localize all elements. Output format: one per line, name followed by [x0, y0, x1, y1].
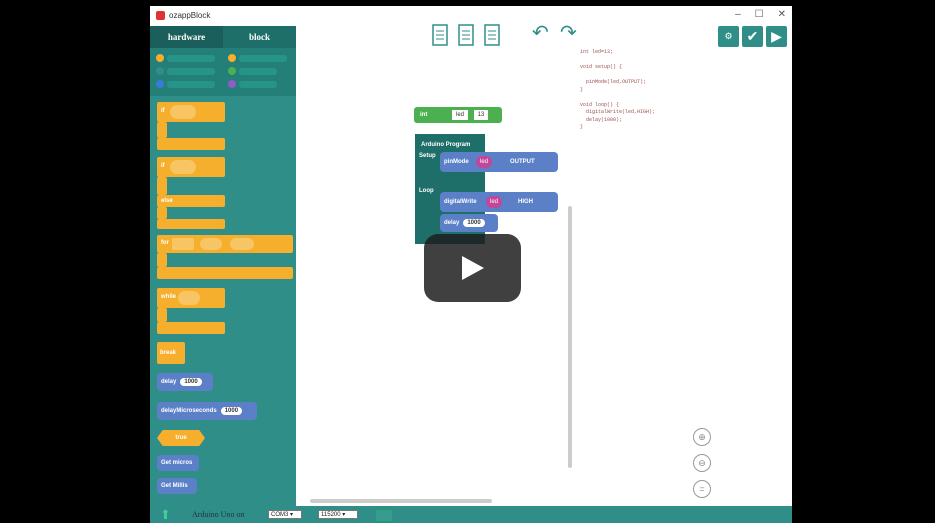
status-bar: ⬆ Arduino Uno on COM3 ▾ 115200 ▾ — [150, 506, 792, 523]
category-label[interactable] — [239, 81, 277, 88]
category-legend — [150, 48, 296, 96]
category-label[interactable] — [239, 55, 287, 62]
code-toggle-icon[interactable]: ⚙ — [718, 26, 739, 47]
code-preview[interactable]: int led=13; void setup() { pinMode(led,O… — [580, 49, 790, 132]
serial-monitor-button[interactable] — [376, 510, 392, 521]
delay-value[interactable]: 1000 — [180, 378, 202, 386]
delay-microseconds-block[interactable]: delayMicroseconds 1000 — [157, 402, 257, 420]
title-bar: ozappBlock – ☐ ✕ — [150, 6, 792, 26]
workspace-delay-block[interactable]: delay 1000 — [440, 214, 498, 232]
video-play-button[interactable] — [424, 234, 521, 302]
delay-block[interactable]: delay 1000 — [157, 373, 213, 391]
tab-hardware[interactable]: hardware — [150, 26, 223, 48]
while-end — [157, 322, 225, 334]
else-row: else — [157, 195, 225, 207]
condition-slot[interactable] — [178, 291, 200, 305]
minimize-button[interactable]: – — [735, 9, 741, 20]
category-dot[interactable] — [228, 67, 236, 75]
for-slot[interactable] — [172, 238, 194, 250]
break-block[interactable]: break — [157, 342, 185, 364]
category-label[interactable] — [239, 68, 277, 75]
window-controls: – ☐ ✕ — [735, 9, 786, 20]
digitalwrite-value[interactable]: HIGH — [518, 199, 533, 205]
category-dot[interactable] — [228, 54, 236, 62]
for-spine — [157, 253, 167, 267]
category-dot[interactable] — [156, 80, 164, 88]
close-button[interactable]: ✕ — [778, 9, 786, 20]
for-slot[interactable] — [230, 238, 254, 250]
pinmode-mode[interactable]: OUTPUT — [510, 159, 535, 165]
save-file-icon[interactable] — [484, 24, 500, 46]
if-block-end — [157, 138, 225, 150]
verify-icon[interactable]: ✔ — [742, 26, 763, 47]
board-label: Arduino Uno on — [192, 510, 245, 519]
port-select[interactable]: COM3 ▾ — [268, 510, 302, 519]
window-title: ozappBlock — [169, 11, 211, 20]
workspace-vertical-scrollbar[interactable] — [568, 206, 572, 468]
category-dot[interactable] — [156, 54, 164, 62]
int-variable-block[interactable]: int led 13 — [414, 107, 502, 123]
workspace-delay-value[interactable]: 1000 — [463, 219, 485, 227]
palette-tabs: hardware block — [150, 26, 296, 48]
upload-icon[interactable]: ▶ — [766, 26, 787, 47]
pinmode-block[interactable]: pinMode — [440, 152, 558, 172]
for-end — [157, 267, 293, 279]
int-variable-name[interactable]: led — [452, 110, 468, 120]
pinmode-pin[interactable]: led — [476, 156, 492, 168]
block-palette[interactable]: hardware block if if else for while brea… — [150, 26, 296, 513]
workspace-horizontal-scrollbar[interactable] — [310, 499, 492, 503]
if-else-spine — [157, 177, 167, 195]
baud-select[interactable]: 115200 ▾ — [318, 510, 358, 519]
zoom-in-icon[interactable]: ⊕ — [693, 428, 711, 446]
true-block[interactable]: true — [157, 430, 205, 446]
int-variable-value[interactable]: 13 — [474, 110, 488, 120]
for-slot[interactable] — [200, 238, 222, 250]
while-spine — [157, 308, 167, 322]
open-file-icon[interactable] — [458, 24, 474, 46]
maximize-button[interactable]: ☐ — [755, 9, 764, 20]
digitalwrite-pin[interactable]: led — [486, 196, 502, 208]
redo-icon[interactable]: ↷ — [560, 20, 577, 45]
zoom-out-icon[interactable]: ⊖ — [693, 454, 711, 472]
condition-slot[interactable] — [170, 105, 196, 119]
tab-block[interactable]: block — [223, 26, 296, 48]
if-else-end — [157, 219, 225, 229]
category-label[interactable] — [167, 55, 215, 62]
app-logo-icon — [156, 11, 165, 20]
play-icon — [462, 256, 484, 280]
else-spine — [157, 207, 167, 219]
category-label[interactable] — [167, 68, 215, 75]
category-label[interactable] — [167, 81, 215, 88]
upload-arrow-icon: ⬆ — [160, 507, 171, 522]
if-block-spine — [157, 122, 167, 138]
get-millis-block[interactable]: Get Millis — [157, 478, 197, 494]
get-micros-block[interactable]: Get micros — [157, 455, 199, 471]
category-dot[interactable] — [228, 80, 236, 88]
zoom-reset-icon[interactable]: = — [693, 480, 711, 498]
category-dot[interactable] — [156, 67, 164, 75]
delay-microseconds-value[interactable]: 1000 — [220, 407, 243, 415]
condition-slot[interactable] — [170, 160, 196, 174]
new-file-icon[interactable] — [432, 24, 448, 46]
undo-icon[interactable]: ↶ — [532, 20, 549, 45]
